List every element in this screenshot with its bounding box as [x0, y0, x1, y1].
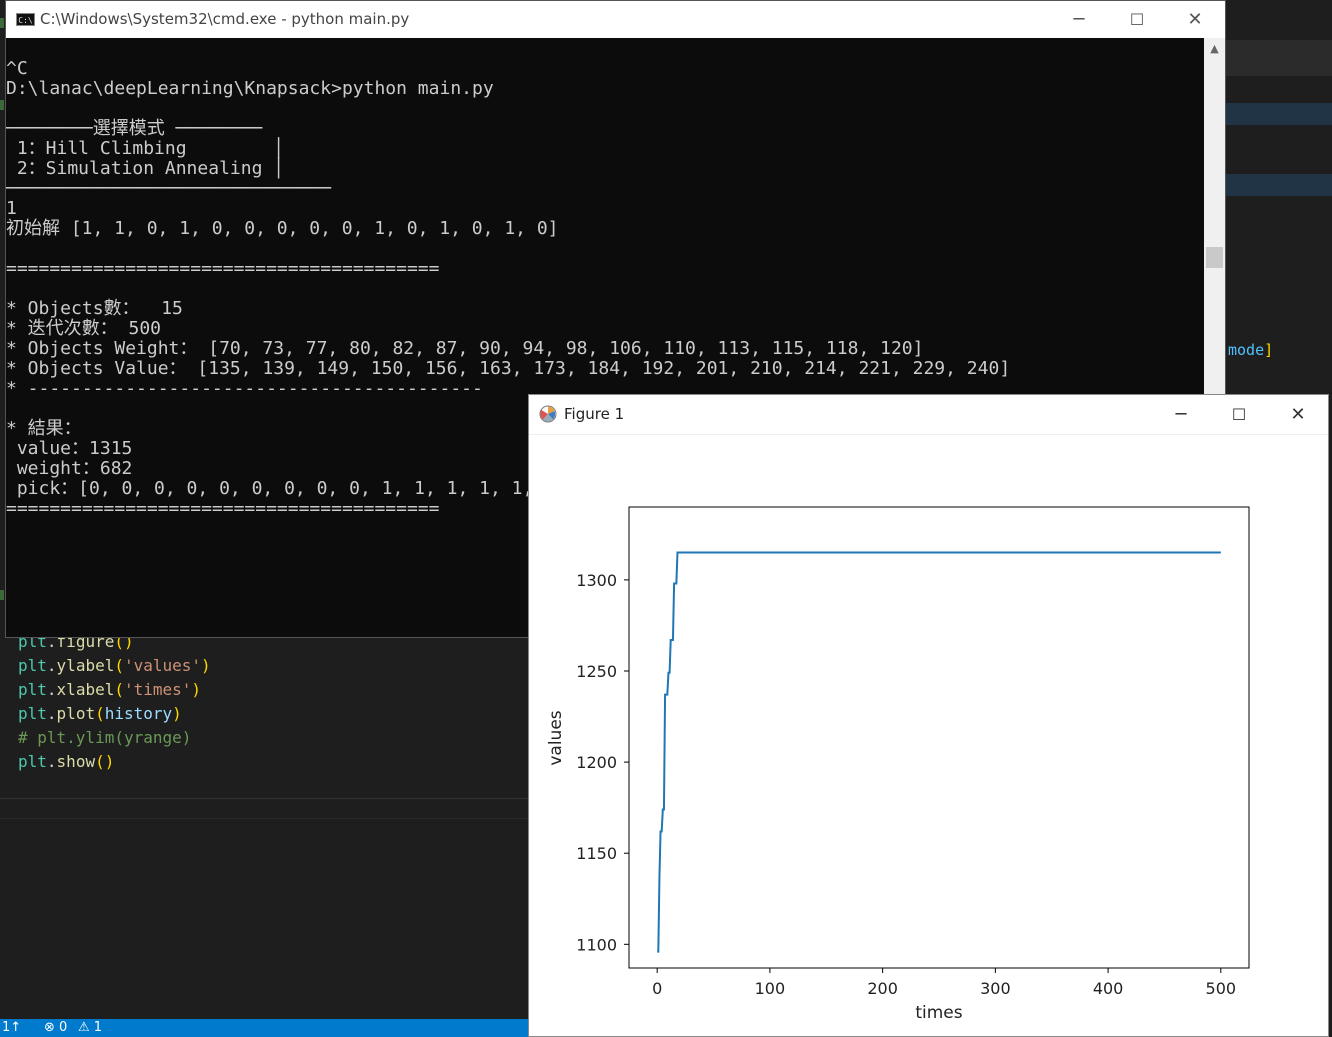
y-axis: 1100 1150 1200 1250 1300 — [576, 571, 629, 954]
code-token: . — [46, 704, 57, 723]
x-tick-label: 0 — [652, 979, 662, 998]
code-token: history — [104, 704, 173, 723]
sync-status[interactable]: 1↑ — [2, 1019, 21, 1037]
code-token: ( — [114, 656, 124, 675]
code-line[interactable]: plt.show() — [18, 750, 211, 774]
code-line[interactable]: plt.xlabel('times') — [18, 678, 211, 702]
divider — [0, 818, 528, 819]
y-tick-label: 1200 — [576, 753, 617, 772]
code-token: ) — [201, 656, 211, 675]
x-tick-label: 500 — [1206, 979, 1237, 998]
figure-title: Figure 1 — [564, 405, 625, 423]
code-token: plot — [56, 704, 96, 723]
matplotlib-logo-icon — [539, 405, 557, 423]
line-highlight — [1226, 174, 1332, 196]
y-axis-label: values — [546, 710, 566, 765]
cmd-title: C:\Windows\System32\cmd.exe - python mai… — [40, 10, 410, 28]
code-editor[interactable]: plt.figure() plt.ylabel('values') plt.xlab… — [18, 630, 211, 774]
x-tick-label: 400 — [1093, 979, 1124, 998]
code-token: plt — [18, 680, 47, 699]
code-token: . — [46, 680, 57, 699]
editor-tab-strip — [1226, 40, 1332, 76]
code-token: ( — [114, 680, 124, 699]
git-gutter-mark — [0, 18, 4, 28]
plot-area — [628, 506, 1250, 969]
code-token: # plt.ylim(yrange) — [18, 728, 192, 747]
code-token: ( — [95, 704, 105, 723]
cmd-app-icon: C:\ — [16, 13, 35, 26]
code-token: plt — [18, 752, 47, 771]
figure-window[interactable]: Figure 1 ─ ☐ ✕ 0 100 200 300 400 500 1100 1150… — [528, 394, 1329, 1037]
cmd-close-button[interactable]: ✕ — [1166, 1, 1224, 38]
code-token: plt — [18, 656, 47, 675]
status-bar: 1↑ ⊗ 0 ⚠ 1 — [0, 1019, 528, 1037]
warnings-count[interactable]: ⚠ 1 — [78, 1019, 102, 1037]
code-line[interactable]: plt.plot(history) — [18, 702, 211, 726]
figure-close-button[interactable]: ✕ — [1269, 395, 1327, 434]
divider — [0, 798, 528, 799]
line-chart: 0 100 200 300 400 500 1100 1150 1200 1250 1300 ti… — [546, 506, 1250, 1023]
x-axis-label: times — [915, 1003, 962, 1023]
figure-maximize-button[interactable]: ☐ — [1210, 395, 1268, 434]
y-tick-label: 1300 — [576, 571, 617, 590]
scroll-up-arrow-icon[interactable]: ▲ — [1204, 38, 1225, 59]
code-token: ylabel — [56, 656, 115, 675]
code-token: () — [95, 752, 115, 771]
code-line[interactable]: # plt.ylim(yrange) — [18, 726, 211, 750]
code-token: 'values' — [123, 656, 202, 675]
y-tick-label: 1100 — [576, 935, 617, 954]
code-line[interactable]: plt.ylabel('values') — [18, 654, 211, 678]
x-tick-label: 100 — [755, 979, 786, 998]
code-fragment: mode] — [1228, 341, 1274, 359]
x-tick-label: 200 — [867, 979, 898, 998]
x-tick-label: 300 — [980, 979, 1011, 998]
code-token: xlabel — [56, 680, 115, 699]
git-gutter-mark — [0, 100, 4, 110]
line-highlight — [1226, 103, 1332, 125]
cmd-maximize-button[interactable]: ☐ — [1108, 1, 1166, 38]
code-token: . — [46, 656, 57, 675]
code-token: . — [46, 752, 57, 771]
cmd-minimize-button[interactable]: ─ — [1050, 1, 1108, 38]
code-token: 'times' — [123, 680, 192, 699]
scrollbar-thumb[interactable] — [1206, 247, 1223, 268]
y-tick-label: 1250 — [576, 662, 617, 681]
cmd-titlebar[interactable]: C:\ C:\Windows\System32\cmd.exe - python… — [6, 1, 1225, 38]
code-token: ) — [172, 704, 182, 723]
figure-titlebar[interactable]: Figure 1 ─ ☐ ✕ — [529, 395, 1328, 435]
code-token: ) — [191, 680, 202, 699]
git-gutter-mark — [0, 590, 4, 600]
code-token: plt — [18, 704, 47, 723]
x-axis: 0 100 200 300 400 500 — [652, 968, 1236, 998]
figure-minimize-button[interactable]: ─ — [1152, 395, 1210, 434]
errors-count[interactable]: ⊗ 0 — [44, 1019, 67, 1037]
series-line — [657, 551, 1221, 953]
code-token: show — [56, 752, 96, 771]
y-tick-label: 1150 — [576, 844, 617, 863]
